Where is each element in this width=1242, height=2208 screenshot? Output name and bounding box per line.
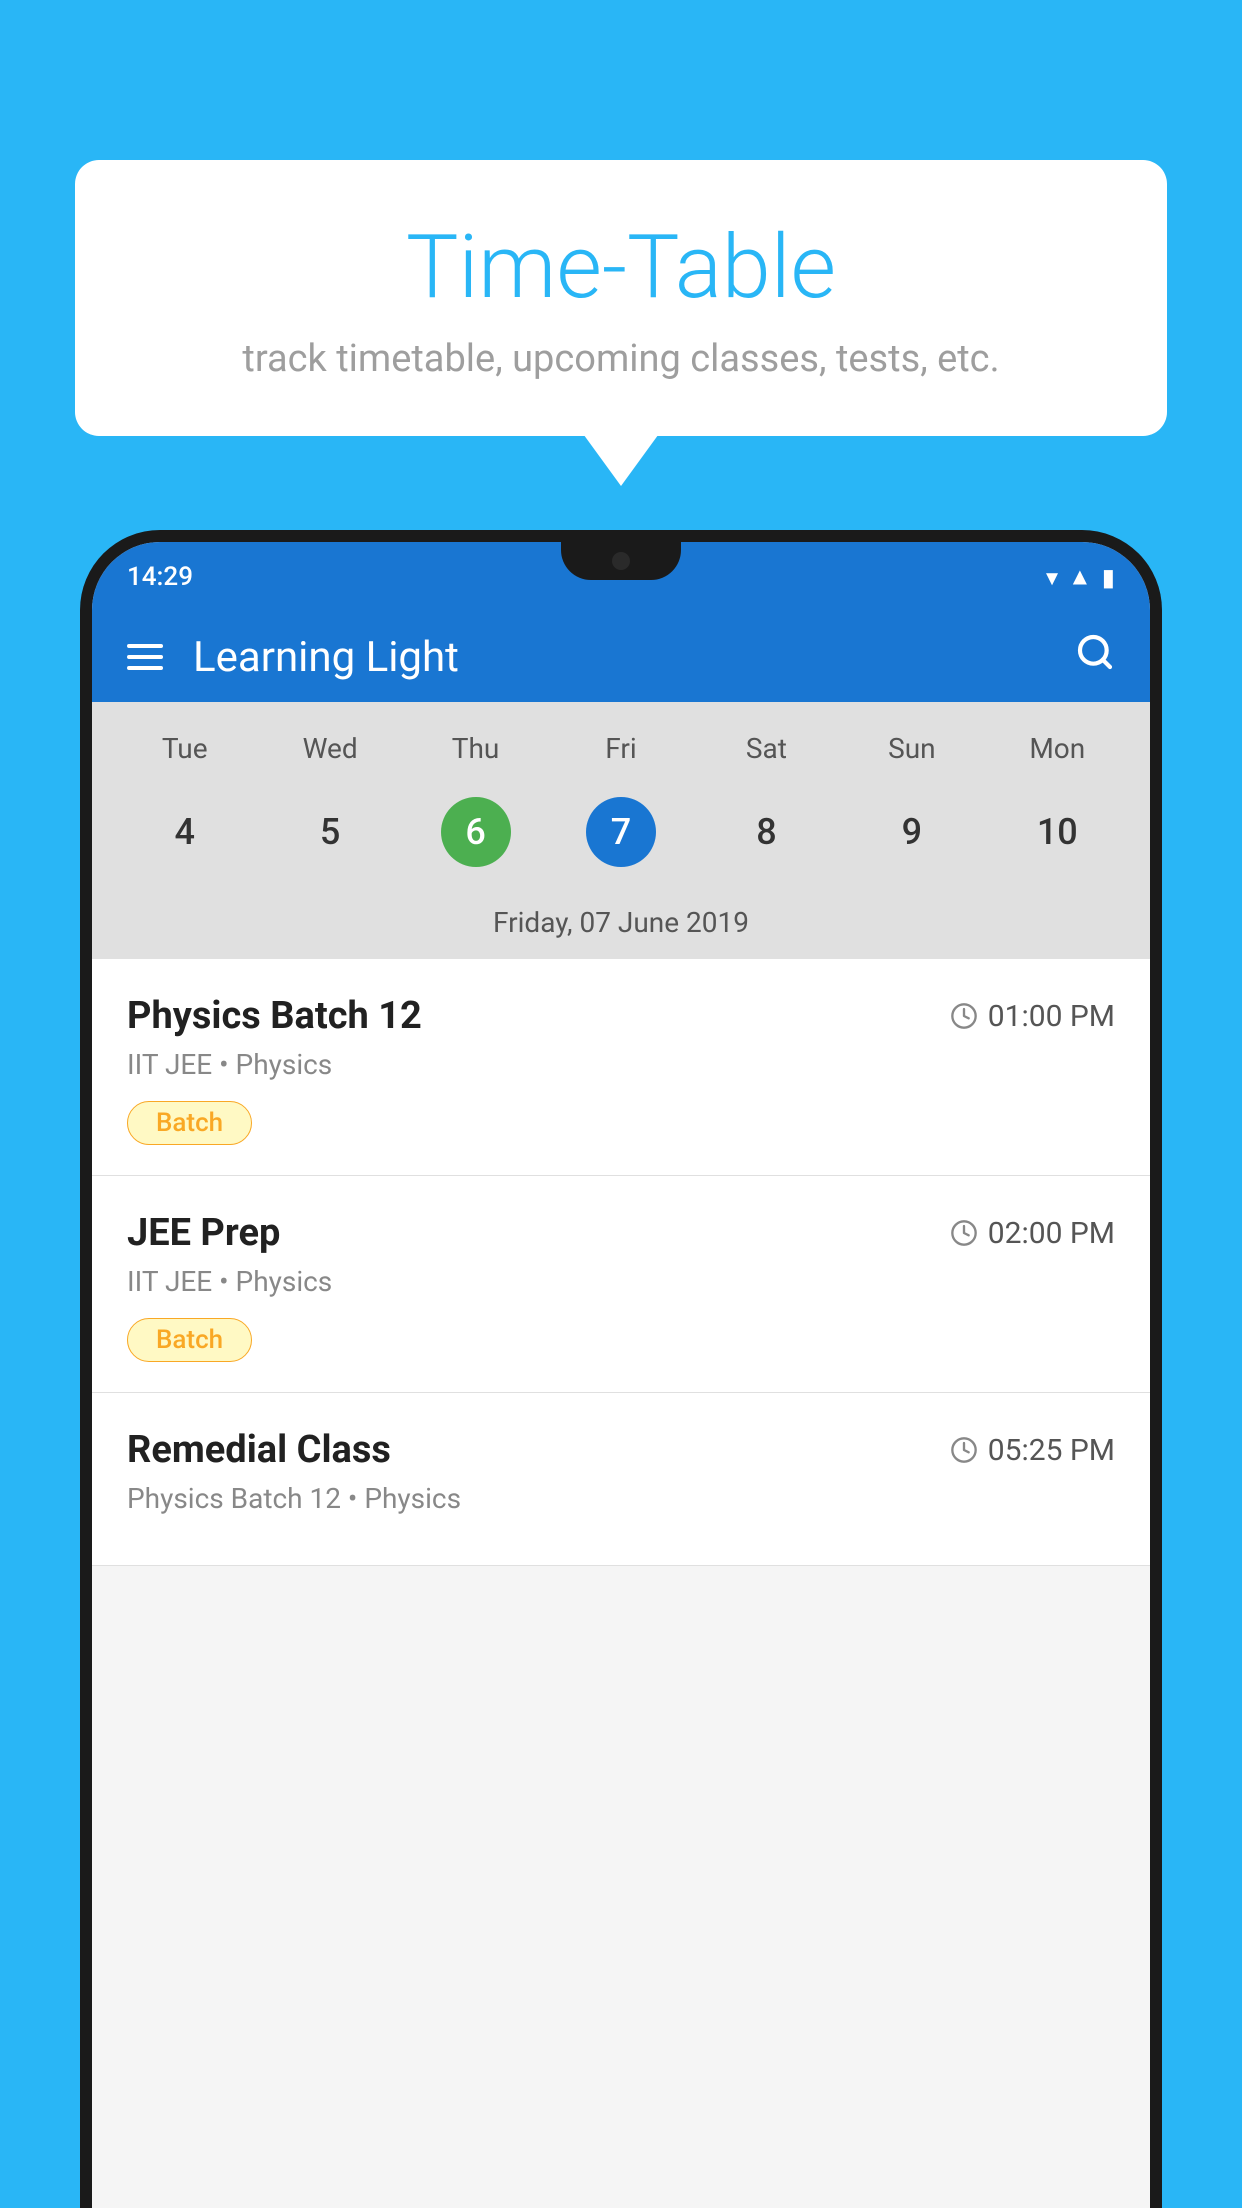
schedule-time: 05:25 PM — [950, 1433, 1115, 1468]
schedule-list: Physics Batch 12 01:00 PM IIT JEE • Phys… — [92, 959, 1150, 1566]
app-header: Learning Light — [92, 612, 1150, 702]
schedule-name: Remedial Class — [127, 1428, 391, 1472]
hamburger-menu-button[interactable] — [127, 644, 163, 670]
time-label: 02:00 PM — [988, 1216, 1115, 1251]
status-icons: ▾ ▲ ▮ — [1046, 563, 1115, 592]
clock-icon — [950, 1002, 978, 1030]
status-time: 14:29 — [127, 562, 193, 592]
wifi-icon: ▾ — [1046, 563, 1058, 591]
days-row: TueWedThuFriSatSunMon — [92, 702, 1150, 785]
schedule-item[interactable]: Physics Batch 12 01:00 PM IIT JEE • Phys… — [92, 959, 1150, 1176]
app-title: Learning Light — [193, 633, 1075, 682]
schedule-item-header: Remedial Class 05:25 PM — [127, 1428, 1115, 1472]
date-item[interactable]: 10 — [985, 785, 1130, 879]
speech-bubble: Time-Table track timetable, upcoming cla… — [75, 160, 1167, 436]
day-label: Tue — [112, 722, 257, 775]
schedule-time: 02:00 PM — [950, 1216, 1115, 1251]
day-label: Thu — [403, 722, 548, 775]
date-item[interactable]: 6 — [403, 785, 548, 879]
calendar-section: TueWedThuFriSatSunMon 4 5 6 7 8 9 10 Friday, 0… — [92, 702, 1150, 959]
day-label: Sat — [694, 722, 839, 775]
dates-row: 4 5 6 7 8 9 10 — [92, 785, 1150, 894]
clock-icon — [950, 1436, 978, 1464]
day-label: Wed — [257, 722, 402, 775]
day-label: Fri — [548, 722, 693, 775]
date-circle: 8 — [731, 797, 801, 867]
clock-icon — [950, 1219, 978, 1247]
date-item[interactable]: 7 — [548, 785, 693, 879]
search-icon[interactable] — [1075, 632, 1115, 682]
date-circle: 5 — [295, 797, 365, 867]
date-circle: 4 — [150, 797, 220, 867]
date-circle: 10 — [1022, 797, 1092, 867]
date-circle: 7 — [586, 797, 656, 867]
date-item[interactable]: 9 — [839, 785, 984, 879]
time-label: 05:25 PM — [988, 1433, 1115, 1468]
phone-inner: 14:29 ▾ ▲ ▮ Learning Light — [92, 542, 1150, 2208]
date-circle: 6 — [441, 797, 511, 867]
date-item[interactable]: 4 — [112, 785, 257, 879]
time-label: 01:00 PM — [988, 999, 1115, 1034]
signal-icon: ▲ — [1068, 563, 1092, 592]
bubble-title: Time-Table — [135, 220, 1107, 317]
day-label: Mon — [985, 722, 1130, 775]
schedule-name: Physics Batch 12 — [127, 994, 422, 1038]
schedule-item-header: Physics Batch 12 01:00 PM — [127, 994, 1115, 1038]
date-item[interactable]: 5 — [257, 785, 402, 879]
schedule-item[interactable]: JEE Prep 02:00 PM IIT JEE • Physics Batc… — [92, 1176, 1150, 1393]
status-bar: 14:29 ▾ ▲ ▮ — [92, 542, 1150, 612]
day-label: Sun — [839, 722, 984, 775]
schedule-meta: IIT JEE • Physics — [127, 1048, 1115, 1081]
speech-bubble-container: Time-Table track timetable, upcoming cla… — [75, 160, 1167, 436]
camera — [612, 552, 630, 570]
batch-tag: Batch — [127, 1101, 252, 1145]
date-circle: 9 — [877, 797, 947, 867]
schedule-name: JEE Prep — [127, 1211, 280, 1255]
schedule-item[interactable]: Remedial Class 05:25 PM Physics Batch 12… — [92, 1393, 1150, 1566]
schedule-time: 01:00 PM — [950, 999, 1115, 1034]
selected-date-label: Friday, 07 June 2019 — [92, 894, 1150, 959]
batch-tag: Batch — [127, 1318, 252, 1362]
date-item[interactable]: 8 — [694, 785, 839, 879]
schedule-item-header: JEE Prep 02:00 PM — [127, 1211, 1115, 1255]
schedule-meta: IIT JEE • Physics — [127, 1265, 1115, 1298]
notch — [561, 542, 681, 580]
battery-icon: ▮ — [1102, 563, 1115, 591]
schedule-meta: Physics Batch 12 • Physics — [127, 1482, 1115, 1515]
bubble-subtitle: track timetable, upcoming classes, tests… — [135, 337, 1107, 381]
phone-mockup: 14:29 ▾ ▲ ▮ Learning Light — [80, 530, 1162, 2208]
